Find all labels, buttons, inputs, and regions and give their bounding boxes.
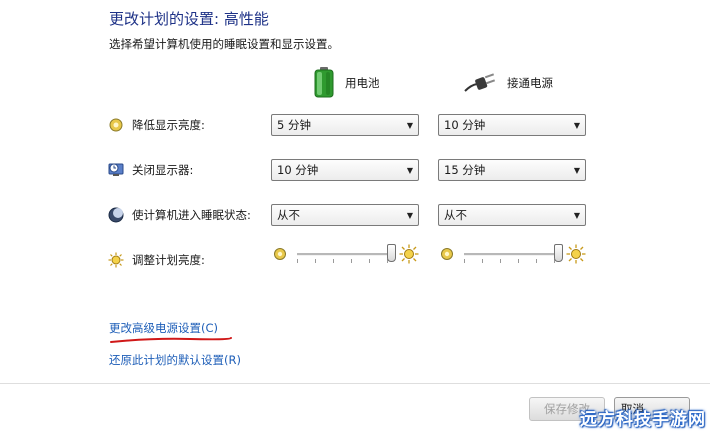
slider-track[interactable]	[297, 253, 391, 256]
chevron-down-icon[interactable]: ▼	[402, 115, 418, 135]
turn-off-display-plugged-select[interactable]: 15 分钟 ▼	[438, 159, 586, 181]
dim-display-battery-value: 5 分钟	[277, 118, 311, 132]
chevron-down-icon[interactable]: ▼	[569, 160, 585, 180]
dim-display-label: 降低显示亮度:	[132, 118, 205, 132]
watermark-text: 远方科技手游网	[580, 410, 706, 430]
brightness-battery-slider[interactable]	[273, 243, 419, 269]
dim-brightness-icon	[441, 248, 453, 260]
bright-sun-icon	[399, 244, 419, 264]
dim-brightness-icon	[274, 248, 286, 260]
sleep-plugged-value: 从不	[444, 208, 467, 222]
battery-column-header: 用电池	[313, 66, 380, 100]
turn-off-display-plugged-value: 15 分钟	[444, 163, 486, 177]
footer-separator	[0, 383, 710, 384]
page-subtitle: 选择希望计算机使用的睡眠设置和显示设置。	[109, 37, 339, 51]
dim-display-row-label: 降低显示亮度:	[108, 114, 205, 136]
slider-track[interactable]	[464, 253, 558, 256]
turn-off-display-battery-select[interactable]: 10 分钟 ▼	[271, 159, 419, 181]
plugged-column-label: 接通电源	[507, 76, 553, 90]
sleep-row-label: 使计算机进入睡眠状态:	[108, 204, 251, 226]
power-plug-icon	[463, 71, 497, 96]
chevron-down-icon[interactable]: ▼	[402, 160, 418, 180]
battery-icon	[313, 66, 335, 101]
dim-display-plugged-value: 10 分钟	[444, 118, 486, 132]
advanced-power-settings-link[interactable]: 更改高级电源设置(C)	[109, 320, 218, 336]
brightness-plugged-slider[interactable]	[440, 243, 586, 269]
sun-icon	[108, 252, 124, 268]
sleep-battery-select[interactable]: 从不 ▼	[271, 204, 419, 226]
sleep-moon-icon	[108, 207, 124, 223]
sleep-battery-value: 从不	[277, 208, 300, 222]
chevron-down-icon[interactable]: ▼	[402, 205, 418, 225]
slider-thumb[interactable]	[386, 244, 396, 262]
sleep-label: 使计算机进入睡眠状态:	[132, 208, 251, 222]
sleep-plugged-select[interactable]: 从不 ▼	[438, 204, 586, 226]
bright-sun-icon	[566, 244, 586, 264]
battery-column-label: 用电池	[345, 76, 380, 90]
chevron-down-icon[interactable]: ▼	[569, 115, 585, 135]
slider-ticks	[464, 259, 558, 263]
restore-defaults-link[interactable]: 还原此计划的默认设置(R)	[109, 352, 241, 368]
red-annotation-underline	[110, 337, 232, 343]
dim-display-battery-select[interactable]: 5 分钟 ▼	[271, 114, 419, 136]
turn-off-display-battery-value: 10 分钟	[277, 163, 319, 177]
turn-off-display-row-label: 关闭显示器:	[108, 159, 193, 181]
slider-ticks	[297, 259, 391, 263]
chevron-down-icon[interactable]: ▼	[569, 205, 585, 225]
plugged-column-header: 接通电源	[463, 66, 553, 100]
page-title: 更改计划的设置: 高性能	[109, 10, 269, 28]
monitor-clock-icon	[108, 162, 124, 178]
brightness-label: 调整计划亮度:	[132, 253, 205, 267]
dim-brightness-icon	[108, 117, 124, 133]
dim-display-plugged-select[interactable]: 10 分钟 ▼	[438, 114, 586, 136]
slider-thumb[interactable]	[553, 244, 563, 262]
brightness-row-label: 调整计划亮度:	[108, 249, 205, 271]
turn-off-display-label: 关闭显示器:	[132, 163, 194, 177]
